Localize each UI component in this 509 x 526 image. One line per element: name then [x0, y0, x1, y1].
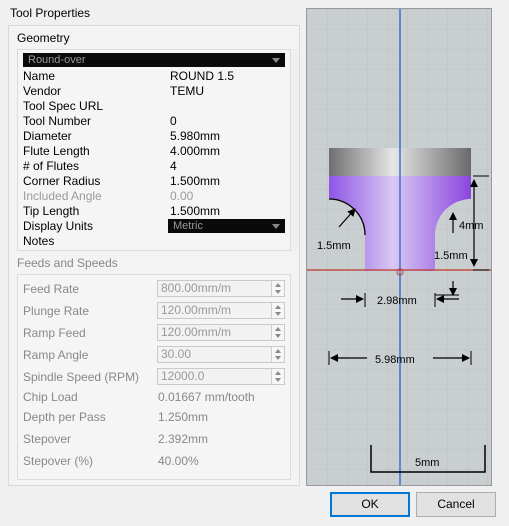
tip-length-label: 1.5mm	[434, 250, 468, 262]
display-units-value: Metric	[173, 220, 203, 232]
chevron-up-icon	[275, 327, 281, 331]
dialog-title: Tool Properties	[10, 6, 91, 20]
feeds-spin-input[interactable]: 120.00mm/m	[157, 324, 285, 341]
scale-label: 5mm	[415, 457, 439, 469]
geometry-scrollbar[interactable]	[291, 49, 299, 251]
feeds-spin-value: 120.00mm/m	[161, 303, 232, 317]
geometry-value[interactable]: 0.00	[170, 189, 193, 204]
chevron-down-icon	[275, 356, 281, 360]
geometry-label: Included Angle	[23, 189, 102, 203]
chevron-down-icon	[275, 290, 281, 294]
diameter-label: 5.98mm	[375, 354, 415, 366]
chevron-up-icon	[275, 305, 281, 309]
geometry-value[interactable]: 5.980mm	[170, 129, 220, 144]
tool-profile-value: Round-over	[28, 54, 86, 66]
feeds-label: Stepover	[23, 432, 72, 446]
feeds-value: 0.01667 mm/tooth	[158, 390, 255, 404]
geometry-value[interactable]: ROUND 1.5	[170, 69, 234, 84]
feeds-spin-value: 12000.0	[161, 369, 205, 383]
feeds-spin-input[interactable]: 120.00mm/m	[157, 302, 285, 319]
geometry-label: Notes	[23, 234, 55, 248]
geometry-legend: Geometry	[17, 31, 70, 45]
feeds-spin-input[interactable]: 800.00mm/m	[157, 280, 285, 297]
feeds-legend: Feeds and Speeds	[17, 256, 118, 270]
tool-profile-select[interactable]: Round-over	[23, 53, 285, 67]
feeds-spin-value: 120.00mm/m	[161, 325, 232, 339]
geometry-label: Tip Length	[23, 204, 80, 218]
flute-length-label: 4mm	[459, 220, 483, 232]
chevron-down-icon	[272, 224, 280, 229]
geometry-value[interactable]: 0	[170, 114, 177, 129]
geometry-value[interactable]: 1.500mm	[170, 174, 220, 189]
feeds-label: Plunge Rate	[23, 304, 90, 318]
chevron-down-icon	[275, 312, 281, 316]
feeds-label: Ramp Angle	[23, 348, 89, 362]
geometry-label: # of Flutes	[23, 159, 80, 173]
spin-buttons[interactable]	[271, 281, 284, 296]
spin-buttons[interactable]	[271, 325, 284, 340]
chevron-down-icon	[275, 378, 281, 382]
geometry-label: Flute Length	[23, 144, 90, 158]
geometry-value[interactable]: 4.000mm	[170, 144, 220, 159]
feeds-label: Depth per Pass	[23, 410, 106, 424]
feeds-label: Spindle Speed (RPM)	[23, 370, 140, 384]
ok-button[interactable]: OK	[330, 492, 410, 517]
dialog-edge	[496, 0, 509, 526]
geometry-label: Corner Radius	[23, 174, 101, 188]
feeds-spin-input[interactable]: 12000.0	[157, 368, 285, 385]
feeds-value: 40.00%	[158, 454, 199, 468]
corner-radius-label: 1.5mm	[317, 240, 351, 252]
feeds-value: 2.392mm	[158, 432, 209, 446]
chevron-up-icon	[275, 371, 281, 375]
chevron-up-icon	[275, 283, 281, 287]
spin-buttons[interactable]	[271, 347, 284, 362]
feeds-label: Stepover (%)	[23, 454, 94, 468]
feeds-value: 1.250mm	[158, 410, 209, 424]
geometry-label: Tool Number	[23, 114, 92, 128]
tool-preview-canvas: 1.5mm 4mm 1.5mm 2.98mm 5.98mm 5mm	[307, 9, 491, 485]
geometry-value[interactable]: TEMU	[170, 84, 204, 99]
geometry-value[interactable]: 4	[170, 159, 177, 174]
tool-preview: 1.5mm 4mm 1.5mm 2.98mm 5.98mm 5mm	[306, 8, 492, 486]
feeds-label: Ramp Feed	[23, 326, 86, 340]
chevron-down-icon	[275, 334, 281, 338]
feeds-spin-input[interactable]: 30.00	[157, 346, 285, 363]
geometry-label: Vendor	[23, 84, 62, 98]
feeds-label: Chip Load	[23, 390, 78, 404]
tip-width-label: 2.98mm	[377, 295, 417, 307]
chevron-up-icon	[275, 349, 281, 353]
cancel-button[interactable]: Cancel	[416, 492, 496, 517]
geometry-value[interactable]: 1.500mm	[170, 204, 220, 219]
feeds-spin-value: 800.00mm/m	[161, 281, 232, 295]
feeds-spin-value: 30.00	[161, 347, 192, 361]
display-units-select[interactable]: Metric	[168, 219, 285, 233]
chevron-down-icon	[272, 58, 280, 63]
spin-buttons[interactable]	[271, 369, 284, 384]
geometry-label: Tool Spec URL	[23, 99, 104, 113]
feeds-label: Feed Rate	[23, 282, 80, 296]
spin-buttons[interactable]	[271, 303, 284, 318]
geometry-label: Name	[23, 69, 56, 83]
geometry-label: Diameter	[23, 129, 72, 143]
geometry-label: Display Units	[23, 219, 94, 233]
